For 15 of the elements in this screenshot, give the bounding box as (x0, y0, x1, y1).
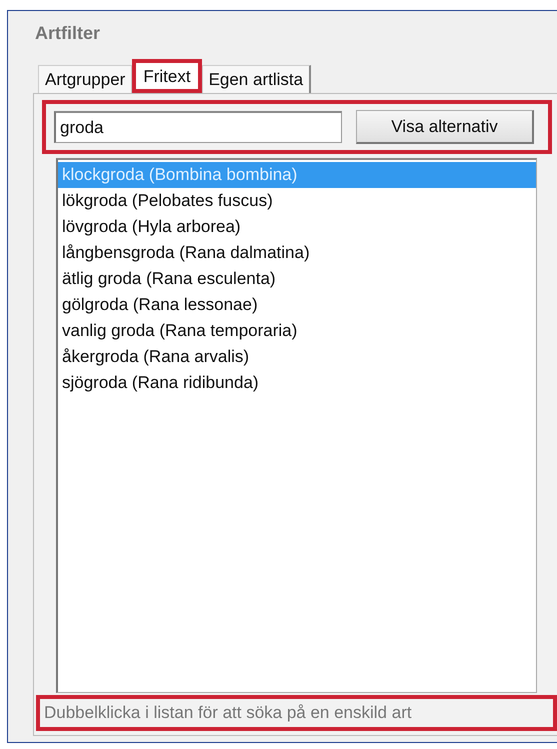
list-item[interactable]: åkergroda (Rana arvalis) (58, 344, 536, 370)
search-field[interactable]: groda (54, 111, 342, 143)
list-item[interactable]: sjögroda (Rana ridibunda) (58, 370, 536, 396)
list-item[interactable]: lövgroda (Hyla arborea) (58, 214, 536, 240)
list-item[interactable]: lökgroda (Pelobates fuscus) (58, 188, 536, 214)
list-item[interactable]: vanlig groda (Rana temporaria) (58, 318, 536, 344)
list-item[interactable]: långbensgroda (Rana dalmatina) (58, 240, 536, 266)
tab[interactable]: Fritext (132, 59, 202, 93)
hint-text: Dubbelklicka i listan för att söka på en enskild art (36, 695, 557, 731)
group-title: Artfilter (35, 23, 102, 44)
list-item[interactable]: ätlig groda (Rana esculenta) (58, 266, 536, 292)
tab[interactable]: Egen artlista (202, 65, 312, 93)
show-options-button[interactable]: Visa alternativ (356, 110, 534, 144)
tab[interactable]: Artgrupper (38, 65, 132, 93)
list-item[interactable]: gölgroda (Rana lessonae) (58, 292, 536, 318)
